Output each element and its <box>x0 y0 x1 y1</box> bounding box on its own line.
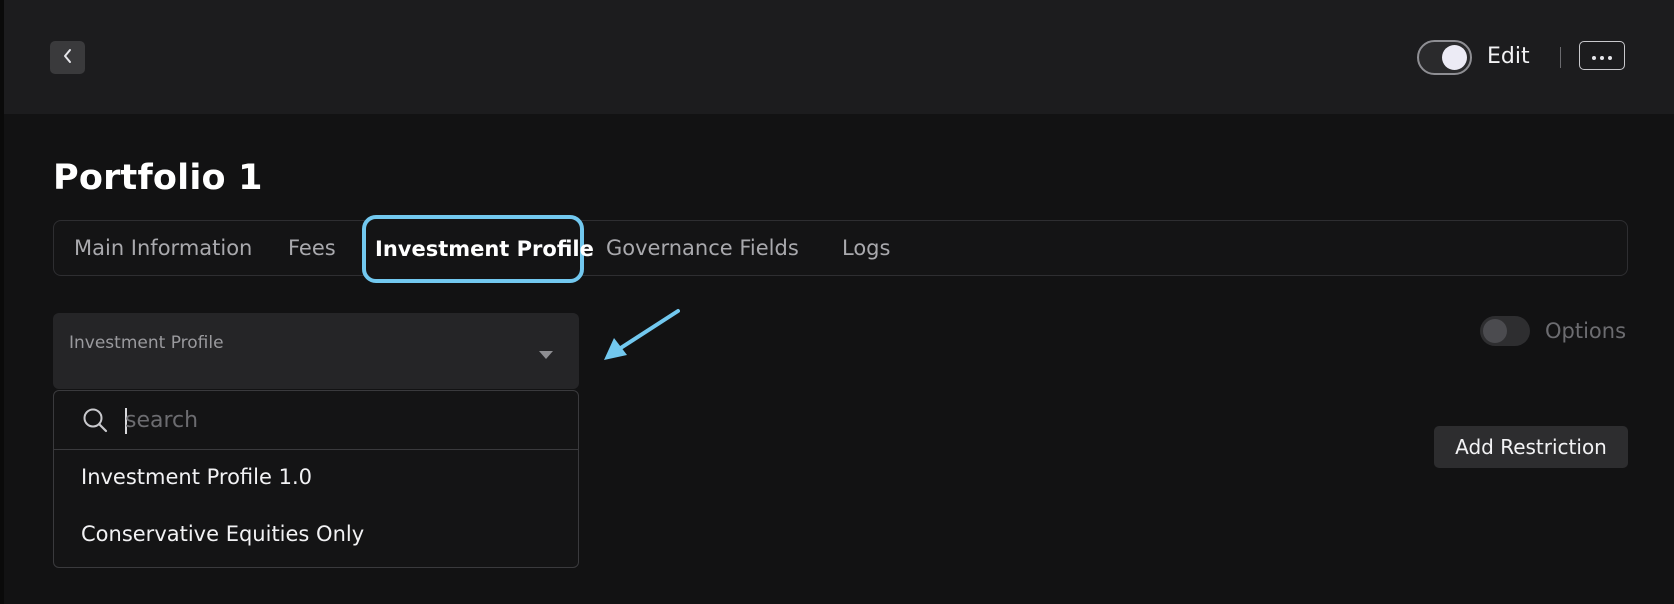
tab-governance-fields[interactable]: Governance Fields <box>606 221 799 275</box>
caret-down-icon <box>539 351 553 359</box>
search-input[interactable] <box>125 403 545 437</box>
options-label: Options <box>1545 319 1627 343</box>
options-toggle-knob <box>1483 319 1507 343</box>
option-conservative-equities-only[interactable]: Conservative Equities Only <box>81 522 364 546</box>
page-title: Portfolio 1 <box>53 158 263 198</box>
edit-toggle-knob <box>1442 45 1467 70</box>
top-header: Edit <box>4 0 1674 114</box>
tabs-bar: Main Information Fees Governance Fields … <box>53 220 1628 276</box>
edit-label: Edit <box>1487 44 1530 69</box>
tab-logs[interactable]: Logs <box>842 221 890 275</box>
add-restriction-button[interactable]: Add Restriction <box>1434 426 1628 468</box>
options-toggle[interactable] <box>1480 316 1530 346</box>
investment-profile-dropdown: Investment Profile 1.0 Conservative Equi… <box>53 390 579 568</box>
investment-profile-select[interactable]: Investment Profile <box>53 313 579 389</box>
option-investment-profile-1-0[interactable]: Investment Profile 1.0 <box>81 465 312 489</box>
tab-fees[interactable]: Fees <box>288 221 336 275</box>
header-divider <box>1560 47 1561 68</box>
select-label: Investment Profile <box>69 333 224 353</box>
more-horizontal-icon <box>1590 46 1614 65</box>
edit-toggle[interactable] <box>1417 40 1472 75</box>
pointer-arrow-icon <box>604 309 680 360</box>
back-button[interactable] <box>50 41 85 74</box>
tab-main-information[interactable]: Main Information <box>74 221 252 275</box>
tab-investment-profile-label: Investment Profile <box>375 237 594 261</box>
app-page: Edit Portfolio 1 Main Information Fees G… <box>0 0 1674 604</box>
search-icon <box>81 406 109 438</box>
chevron-left-icon <box>61 48 75 68</box>
more-options-button[interactable] <box>1579 41 1625 70</box>
tab-investment-profile[interactable]: Investment Profile <box>362 215 594 283</box>
dropdown-search-row <box>54 391 578 450</box>
